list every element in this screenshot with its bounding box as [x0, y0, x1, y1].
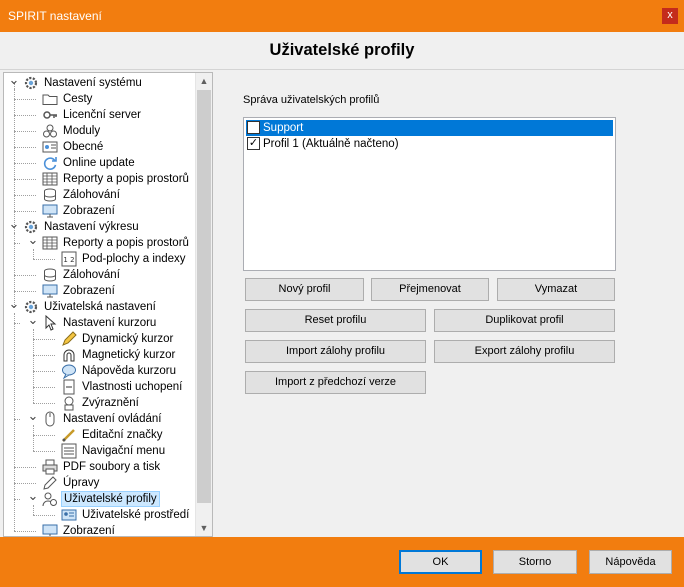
settings-tree[interactable]: ⌄ Nastavení systému Cesty Licenční server Mo…: [3, 72, 213, 537]
window-title: SPIRIT nastavení: [8, 9, 102, 23]
tree-node-label: Dynamický kurzor: [82, 333, 174, 345]
table-icon: [42, 235, 58, 251]
tree-node-label: Nastavení výkresu: [44, 221, 139, 233]
profiles-panel: Správa uživatelských profilů Support ✓ P…: [216, 72, 681, 537]
tree-node-label: Reporty a popis prostorů: [63, 173, 189, 185]
tree-node-label: Zobrazení: [63, 525, 115, 537]
close-button[interactable]: x: [662, 8, 678, 24]
delete-profile-button[interactable]: Vymazat: [497, 278, 615, 301]
profile-name: Profil 1 (Aktuálně načteno): [263, 138, 399, 150]
svg-text:1 2: 1 2: [63, 256, 74, 264]
profile-checkbox[interactable]: ✓: [247, 137, 260, 150]
reset-profile-button[interactable]: Reset profilu: [245, 309, 426, 332]
tree-node-label: Reporty a popis prostorů: [63, 237, 189, 249]
tree-node-label: Nastavení systému: [44, 77, 142, 89]
magnet-icon: [61, 347, 77, 363]
tree-node-label: Uživatelské prostředí: [82, 509, 190, 521]
monitor-icon: [42, 203, 58, 219]
new-profile-button[interactable]: Nový profil: [245, 278, 364, 301]
tree-node-label: Zobrazení: [63, 285, 115, 297]
profile-name: Support: [263, 122, 304, 134]
tree-node-label: Zálohování: [63, 269, 120, 281]
chevron-down-icon[interactable]: ⌄: [27, 409, 39, 427]
tree-node-label: Uživatelská nastavení: [44, 301, 156, 313]
rename-profile-button[interactable]: Přejmenovat: [371, 278, 489, 301]
database-icon: [42, 187, 58, 203]
cursor-icon: [42, 314, 58, 331]
pen-icon: [42, 475, 58, 491]
snap-icon: [61, 379, 77, 395]
ok-button[interactable]: OK: [399, 550, 482, 574]
modules-icon: [42, 123, 58, 139]
tree-node-label: Zvýraznění: [82, 397, 139, 409]
user-profiles-icon: [42, 491, 58, 507]
settings-panel-icon: [42, 139, 58, 155]
profiles-label: Správa uživatelských profilů: [243, 94, 380, 106]
cancel-button[interactable]: Storno: [493, 550, 577, 574]
scroll-down-icon[interactable]: ▼: [196, 520, 212, 536]
edit-marks-icon: [61, 427, 77, 443]
tree-node-label: Pod-plochy a indexy: [82, 253, 186, 265]
tooltip-icon: [61, 363, 77, 380]
database-icon: [42, 267, 58, 283]
tree-node-label: Licenční server: [63, 109, 141, 121]
window-titlebar: SPIRIT nastavení x: [0, 0, 684, 32]
chevron-down-icon[interactable]: ⌄: [27, 489, 39, 507]
tree-node-label: Vlastnosti uchopení: [82, 381, 183, 393]
tree-node-label: Cesty: [63, 93, 93, 105]
page-header: Uživatelské profily: [0, 32, 684, 70]
import-backup-button[interactable]: Import zálohy profilu: [245, 340, 426, 363]
chevron-down-icon[interactable]: ⌄: [8, 297, 20, 315]
pencil-icon: [61, 331, 77, 347]
tree-node-label: Nápověda kurzoru: [82, 365, 176, 377]
tree-node-label: Zálohování: [63, 189, 120, 201]
dialog-footer: OK Storno Nápověda: [0, 537, 684, 587]
page-title: Uživatelské profily: [269, 41, 415, 59]
duplicate-profile-button[interactable]: Duplikovat profil: [434, 309, 615, 332]
refresh-icon: [42, 155, 58, 171]
import-previous-version-button[interactable]: Import z předchozí verze: [245, 371, 426, 394]
printer-icon: [42, 459, 58, 475]
chevron-down-icon[interactable]: ⌄: [27, 233, 39, 251]
user-card-icon: [61, 507, 77, 523]
tree-node-label: Uživatelské profily: [61, 491, 160, 507]
chevron-down-icon[interactable]: ⌄: [8, 217, 20, 235]
chevron-down-icon[interactable]: ⌄: [8, 73, 20, 91]
gear-icon: [23, 75, 39, 91]
tree-node-label: Nastavení ovládání: [63, 413, 162, 425]
help-button[interactable]: Nápověda: [589, 550, 672, 574]
profile-item-profil-1[interactable]: ✓ Profil 1 (Aktuálně načteno): [246, 136, 613, 152]
tree-node-label: Moduly: [63, 125, 101, 137]
folder-icon: [42, 91, 58, 107]
profile-checkbox[interactable]: [247, 121, 260, 134]
profiles-listbox[interactable]: Support ✓ Profil 1 (Aktuálně načteno): [243, 117, 616, 271]
chevron-down-icon[interactable]: ⌄: [27, 313, 39, 331]
key-icon: [42, 107, 58, 123]
mouse-icon: [42, 411, 58, 427]
scroll-up-icon[interactable]: ▲: [196, 73, 212, 89]
scroll-thumb[interactable]: [197, 90, 211, 503]
tree-node-label: Úpravy: [63, 477, 100, 489]
menu-icon: [61, 443, 77, 459]
tree-scrollbar[interactable]: ▲ ▼: [195, 73, 212, 536]
tree-node-label: Nastavení kurzoru: [63, 317, 157, 329]
table-icon: [42, 171, 58, 187]
tree-node-label: Navigační menu: [82, 445, 166, 457]
profile-item-support[interactable]: Support: [246, 120, 613, 136]
tree-node-label: Online update: [63, 157, 135, 169]
tree-node-label: Magnetický kurzor: [82, 349, 176, 361]
highlight-icon: [61, 395, 77, 411]
monitor-icon: [42, 523, 58, 536]
index-icon: 1 2: [61, 251, 77, 267]
tree-node-label: Zobrazení: [63, 205, 115, 217]
export-backup-button[interactable]: Export zálohy profilu: [434, 340, 615, 363]
monitor-icon: [42, 283, 58, 299]
tree-node-label: PDF soubory a tisk: [63, 461, 161, 473]
tree-node-label: Obecné: [63, 141, 104, 153]
tree-node-label: Editační značky: [82, 429, 163, 441]
